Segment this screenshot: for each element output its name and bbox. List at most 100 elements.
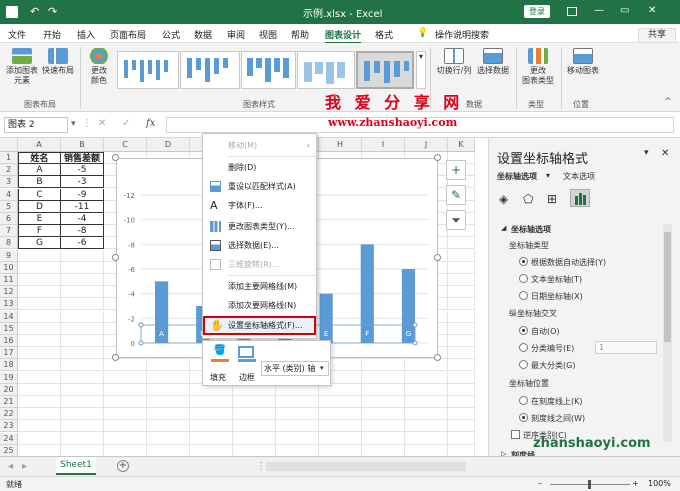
move-chart-button[interactable]: 移动图表 [564, 48, 602, 76]
cell[interactable] [104, 432, 147, 445]
row-header-12[interactable]: 12 [0, 286, 18, 299]
change-chart-type-button[interactable]: 更改 图表类型 [520, 48, 556, 86]
cell[interactable] [104, 408, 147, 421]
row-header-16[interactable]: 16 [0, 335, 18, 347]
cell[interactable]: -8 [61, 225, 104, 238]
row-header-11[interactable]: 11 [0, 274, 18, 286]
cell[interactable] [319, 432, 362, 445]
cell[interactable] [448, 274, 475, 286]
tab-home[interactable]: 开始 [43, 28, 61, 41]
cell[interactable] [448, 396, 475, 408]
cell[interactable] [147, 371, 190, 384]
chart-styles-brush-button[interactable]: ✎ [446, 185, 466, 205]
cell[interactable]: -4 [61, 213, 104, 225]
fill-line-icon[interactable]: ◈ [499, 192, 508, 206]
cell[interactable] [61, 408, 104, 421]
cell[interactable] [448, 286, 475, 299]
cell[interactable] [190, 396, 233, 408]
radio-on-tick-marks[interactable] [519, 396, 528, 405]
cell[interactable] [147, 420, 190, 433]
cell[interactable] [405, 432, 448, 445]
cell[interactable] [18, 420, 61, 433]
cell[interactable] [147, 383, 190, 396]
chart-style-5[interactable] [356, 51, 414, 89]
resize-handle[interactable] [434, 254, 441, 261]
quick-layout-button[interactable]: 快速布局 [41, 48, 75, 76]
cell[interactable] [61, 274, 104, 286]
cell[interactable]: A [18, 164, 61, 177]
cell[interactable]: -5 [61, 164, 104, 177]
save-icon[interactable] [6, 6, 18, 18]
axis-selection-handle[interactable] [412, 340, 418, 346]
redo-icon[interactable]: ↷ [48, 5, 57, 18]
column-header-b[interactable]: B [61, 138, 104, 152]
cell[interactable] [448, 444, 475, 457]
cell[interactable] [405, 396, 448, 408]
cell[interactable]: -11 [61, 200, 104, 213]
row-header-23[interactable]: 23 [0, 420, 18, 433]
menu-item-add-major-gridlines[interactable]: 添加主要网格线(M) [203, 277, 316, 296]
menu-item-reset-style[interactable]: 重设以匹配样式(A) [203, 177, 316, 196]
category-number-input[interactable]: 1 [595, 341, 657, 354]
cell[interactable] [61, 249, 104, 262]
name-box-dropdown-icon[interactable]: ▾ [71, 119, 76, 129]
cell[interactable] [448, 298, 475, 311]
cell[interactable] [276, 396, 319, 408]
cell[interactable]: -6 [61, 237, 104, 250]
reverse-categories-checkbox[interactable] [511, 430, 520, 439]
row-header-25[interactable]: 25 [0, 444, 18, 457]
cell[interactable] [61, 371, 104, 384]
row-header-5[interactable]: 5 [0, 200, 18, 213]
chart-element-dropdown[interactable]: 水平 (类别) 轴 [261, 361, 329, 376]
cell[interactable] [18, 444, 61, 457]
sheet-tab-sheet1[interactable]: Sheet1 [56, 457, 96, 475]
add-chart-element-button[interactable]: 添加图表 元素 [4, 48, 40, 86]
resize-handle[interactable] [112, 254, 119, 261]
fill-bucket-icon[interactable]: 🪣 [209, 345, 231, 359]
cell[interactable] [233, 420, 276, 433]
cell[interactable] [276, 408, 319, 421]
cell[interactable] [18, 408, 61, 421]
tab-page-layout[interactable]: 页面布局 [110, 28, 146, 41]
cell[interactable] [18, 432, 61, 445]
menu-item-3d-rotation[interactable]: 三维旋转(R)... [203, 255, 316, 274]
tab-help[interactable]: 帮助 [291, 28, 309, 41]
row-header-4[interactable]: 4 [0, 188, 18, 201]
cell[interactable] [147, 359, 190, 372]
cell[interactable] [448, 383, 475, 396]
cell[interactable] [362, 444, 405, 457]
cell[interactable] [448, 237, 475, 250]
cell[interactable]: F [18, 225, 61, 238]
tab-view[interactable]: 视图 [259, 28, 277, 41]
cell[interactable]: C [18, 188, 61, 201]
pane-options-icon[interactable]: ▾ [644, 148, 649, 158]
login-button[interactable]: 登录 [524, 5, 550, 18]
row-header-17[interactable]: 17 [0, 347, 18, 360]
cell[interactable] [448, 310, 475, 323]
cell[interactable] [104, 396, 147, 408]
cell[interactable] [319, 408, 362, 421]
axis-options-tab-icon[interactable] [570, 189, 590, 207]
cell[interactable]: E [18, 213, 61, 225]
cell[interactable] [405, 383, 448, 396]
cell[interactable] [233, 444, 276, 457]
cell[interactable] [233, 432, 276, 445]
cell[interactable] [405, 371, 448, 384]
column-header-i[interactable]: I [362, 138, 405, 152]
menu-item-change-chart-type[interactable]: 更改图表类型(Y)... [203, 217, 316, 236]
row-header-22[interactable]: 22 [0, 408, 18, 421]
cell[interactable] [448, 347, 475, 360]
cell[interactable] [147, 396, 190, 408]
radio-auto-select[interactable] [519, 257, 528, 266]
menu-item-add-minor-gridlines[interactable]: 添加次要网格线(N) [203, 296, 316, 315]
cell[interactable] [61, 396, 104, 408]
resize-handle[interactable] [112, 354, 119, 361]
cell[interactable] [319, 444, 362, 457]
close-button[interactable]: ✕ [648, 5, 656, 16]
radio-category-number[interactable] [519, 343, 528, 352]
tab-splitter-icon[interactable]: ⋮ [256, 461, 266, 472]
change-colors-button[interactable]: 更改 颜色 [85, 48, 113, 86]
cell[interactable] [448, 322, 475, 335]
chevron-down-icon[interactable]: ▾ [546, 171, 550, 180]
cell[interactable] [61, 335, 104, 347]
